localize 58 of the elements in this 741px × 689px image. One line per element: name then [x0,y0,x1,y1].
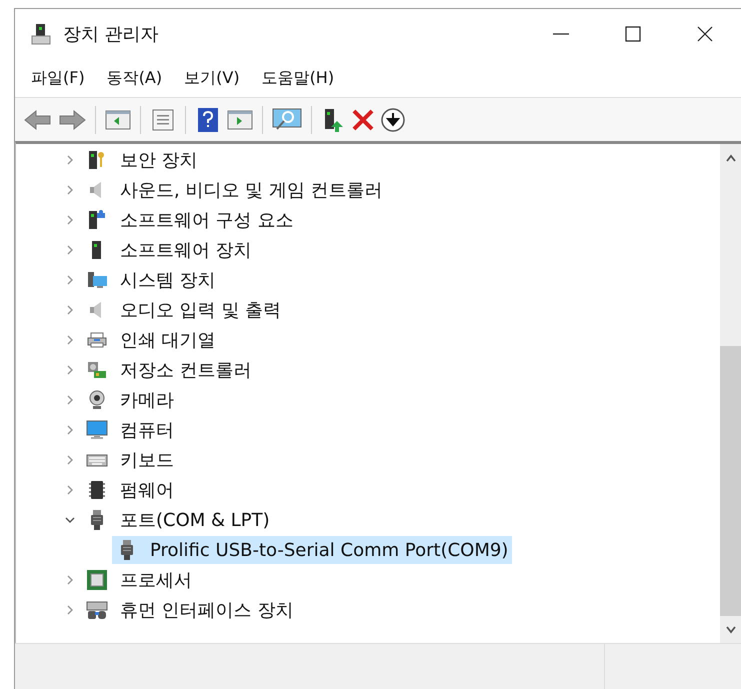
tree-item[interactable]: 시스템 장치 [82,266,220,294]
tree-item-label: 인쇄 대기열 [120,328,216,352]
tree-item-label: 카메라 [120,388,174,412]
forward-arrow-icon[interactable] [57,108,87,132]
tree-item-label: 오디오 입력 및 출력 [120,298,282,322]
processor-icon [86,569,108,591]
delete-icon[interactable] [350,106,376,132]
scroll-up-icon[interactable] [724,154,736,162]
scroll-down-icon[interactable] [724,626,736,634]
tree-item[interactable]: 오디오 입력 및 출력 [82,296,286,324]
download-circle-icon[interactable] [380,106,406,132]
maximize-icon [625,26,641,42]
menu-item[interactable]: 파일(F) [31,66,85,90]
app-icon [29,22,53,46]
tree-item-label: 사운드, 비디오 및 게임 컨트롤러 [120,178,383,202]
tree-item[interactable]: 사운드, 비디오 및 게임 컨트롤러 [82,176,387,204]
tree-item-label: 프로세서 [120,568,192,592]
tree-item-label: 컴퓨터 [120,418,174,442]
tree-item[interactable]: 컴퓨터 [82,416,178,444]
back-arrow-icon[interactable] [23,108,53,132]
keyboard-mouse-icon [86,599,108,621]
tree-item[interactable]: 소프트웨어 구성 요소 [82,206,298,234]
window-pane-icon[interactable] [226,108,254,132]
tree-item-label: Prolific USB-to-Serial Comm Port(COM9) [150,538,508,562]
tree-item[interactable]: 프로세서 [82,566,196,594]
tree-item[interactable]: 카메라 [82,386,178,414]
minimize-icon [553,33,569,35]
tree-item[interactable]: 소프트웨어 장치 [82,236,256,264]
system-icon [86,269,108,291]
tower-puzzle-icon [86,209,108,231]
window-title: 장치 관리자 [63,22,159,46]
tree-item-label: 저장소 컨트롤러 [120,358,252,382]
menu-item[interactable]: 도움말(H) [262,66,334,90]
monitor-icon [86,419,108,441]
menu-item[interactable]: 동작(A) [106,66,162,90]
tree-item-label: 포트(COM & LPT) [120,508,270,532]
tree-item[interactable]: 포트(COM & LPT) [82,506,274,534]
tree-item[interactable]: 키보드 [82,446,178,474]
scrollbar-thumb[interactable] [720,346,741,616]
tree-item[interactable]: 저장소 컨트롤러 [82,356,256,384]
tree-item[interactable]: 펌웨어 [82,476,178,504]
tree-item-label: 소프트웨어 구성 요소 [120,208,294,232]
tree-item-label: 보안 장치 [120,148,198,172]
tree-item-label: 펌웨어 [120,478,174,502]
tree-item[interactable]: 보안 장치 [82,146,202,174]
menu-item[interactable]: 보기(V) [184,66,240,90]
window-pane-icon[interactable] [104,108,132,132]
scan-monitor-icon[interactable] [271,106,303,132]
tree-item[interactable]: Prolific USB-to-Serial Comm Port(COM9) [112,536,512,564]
tree-item[interactable]: 휴먼 인터페이스 장치 [82,596,298,624]
chip-icon [86,479,108,501]
tree-item-label: 소프트웨어 장치 [120,238,252,262]
tree-item[interactable]: 인쇄 대기열 [82,326,220,354]
storage-icon [86,359,108,381]
tree-item-label: 키보드 [120,448,174,472]
tree-item-label: 휴먼 인터페이스 장치 [120,598,294,622]
tree-item-label: 시스템 장치 [120,268,216,292]
close-icon [697,26,713,42]
